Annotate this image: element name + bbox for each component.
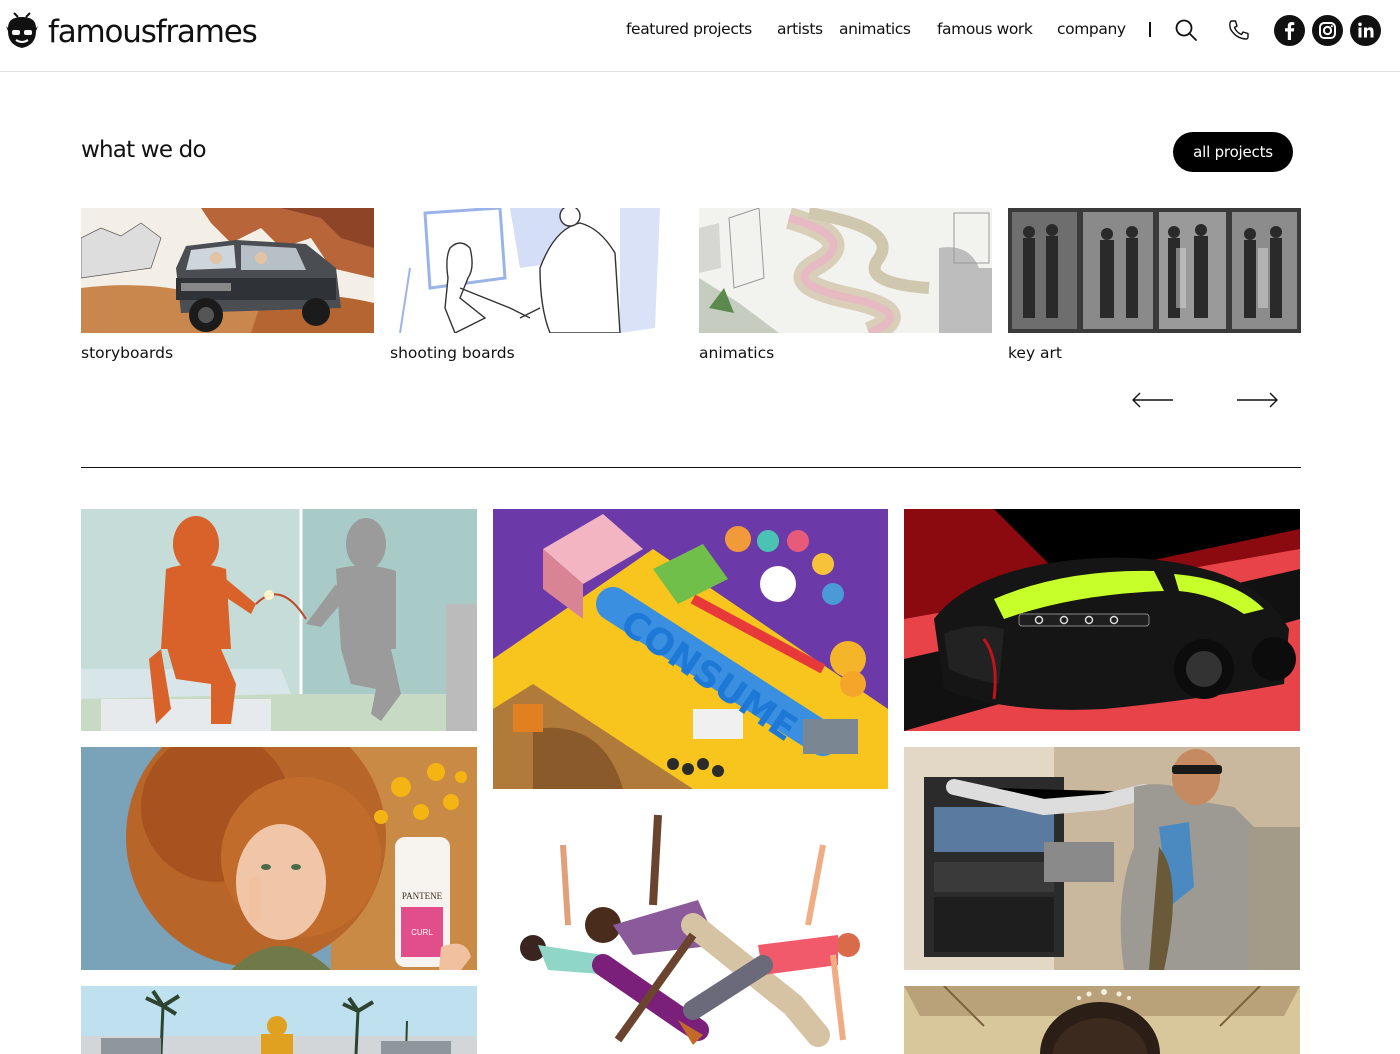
service-label: shooting boards (390, 344, 515, 362)
pantene-brand-text: PANTENE (402, 891, 443, 901)
project-tile-sculpture-figures[interactable] (81, 509, 477, 731)
right-arrow-icon[interactable] (1235, 389, 1279, 411)
service-label: storyboards (81, 344, 174, 362)
nav-artists[interactable]: artists (777, 20, 823, 38)
facebook-icon[interactable] (1274, 15, 1305, 46)
section-divider (81, 467, 1301, 468)
project-tile-palm-street[interactable] (81, 986, 477, 1054)
service-card-key-art[interactable]: key art (1008, 208, 1301, 362)
project-tile-yoga-figures[interactable] (493, 805, 888, 1054)
left-arrow-icon[interactable] (1131, 389, 1175, 411)
animatics-thumbnail (699, 208, 992, 333)
nav-company[interactable]: company (1057, 20, 1126, 38)
project-tile-ballroom-portrait[interactable] (904, 986, 1300, 1054)
service-card-animatics[interactable]: animatics (699, 208, 992, 362)
all-projects-button[interactable]: all projects (1173, 132, 1293, 172)
nav-animatics[interactable]: animatics (839, 20, 911, 38)
shooting-boards-thumbnail (390, 208, 683, 333)
phone-icon[interactable] (1226, 17, 1252, 43)
service-card-shooting-boards[interactable]: shooting boards (390, 208, 683, 362)
pantene-line-text: CURL (411, 928, 433, 937)
key-art-thumbnail (1008, 208, 1301, 333)
section-title: what we do (81, 137, 207, 163)
project-tile-consume-infographic[interactable]: CONSUME (493, 509, 888, 789)
service-card-storyboards[interactable]: storyboards (81, 208, 374, 362)
project-tile-black-supercar[interactable] (904, 509, 1300, 731)
storyboards-thumbnail (81, 208, 374, 333)
nav-famous-work[interactable]: famous work (937, 20, 1033, 38)
nav-separator (1149, 22, 1151, 37)
site-header: famousframes featured projects artists a… (0, 0, 1400, 72)
linkedin-icon[interactable] (1350, 15, 1381, 46)
project-tile-pointing-man[interactable] (904, 747, 1300, 970)
nav-featured-projects[interactable]: featured projects (626, 20, 752, 38)
service-label: animatics (699, 344, 775, 362)
service-label: key art (1008, 344, 1063, 362)
search-icon[interactable] (1173, 17, 1199, 43)
instagram-icon[interactable] (1312, 15, 1343, 46)
project-tile-pantene-curls[interactable]: PANTENE CURL (81, 747, 477, 970)
